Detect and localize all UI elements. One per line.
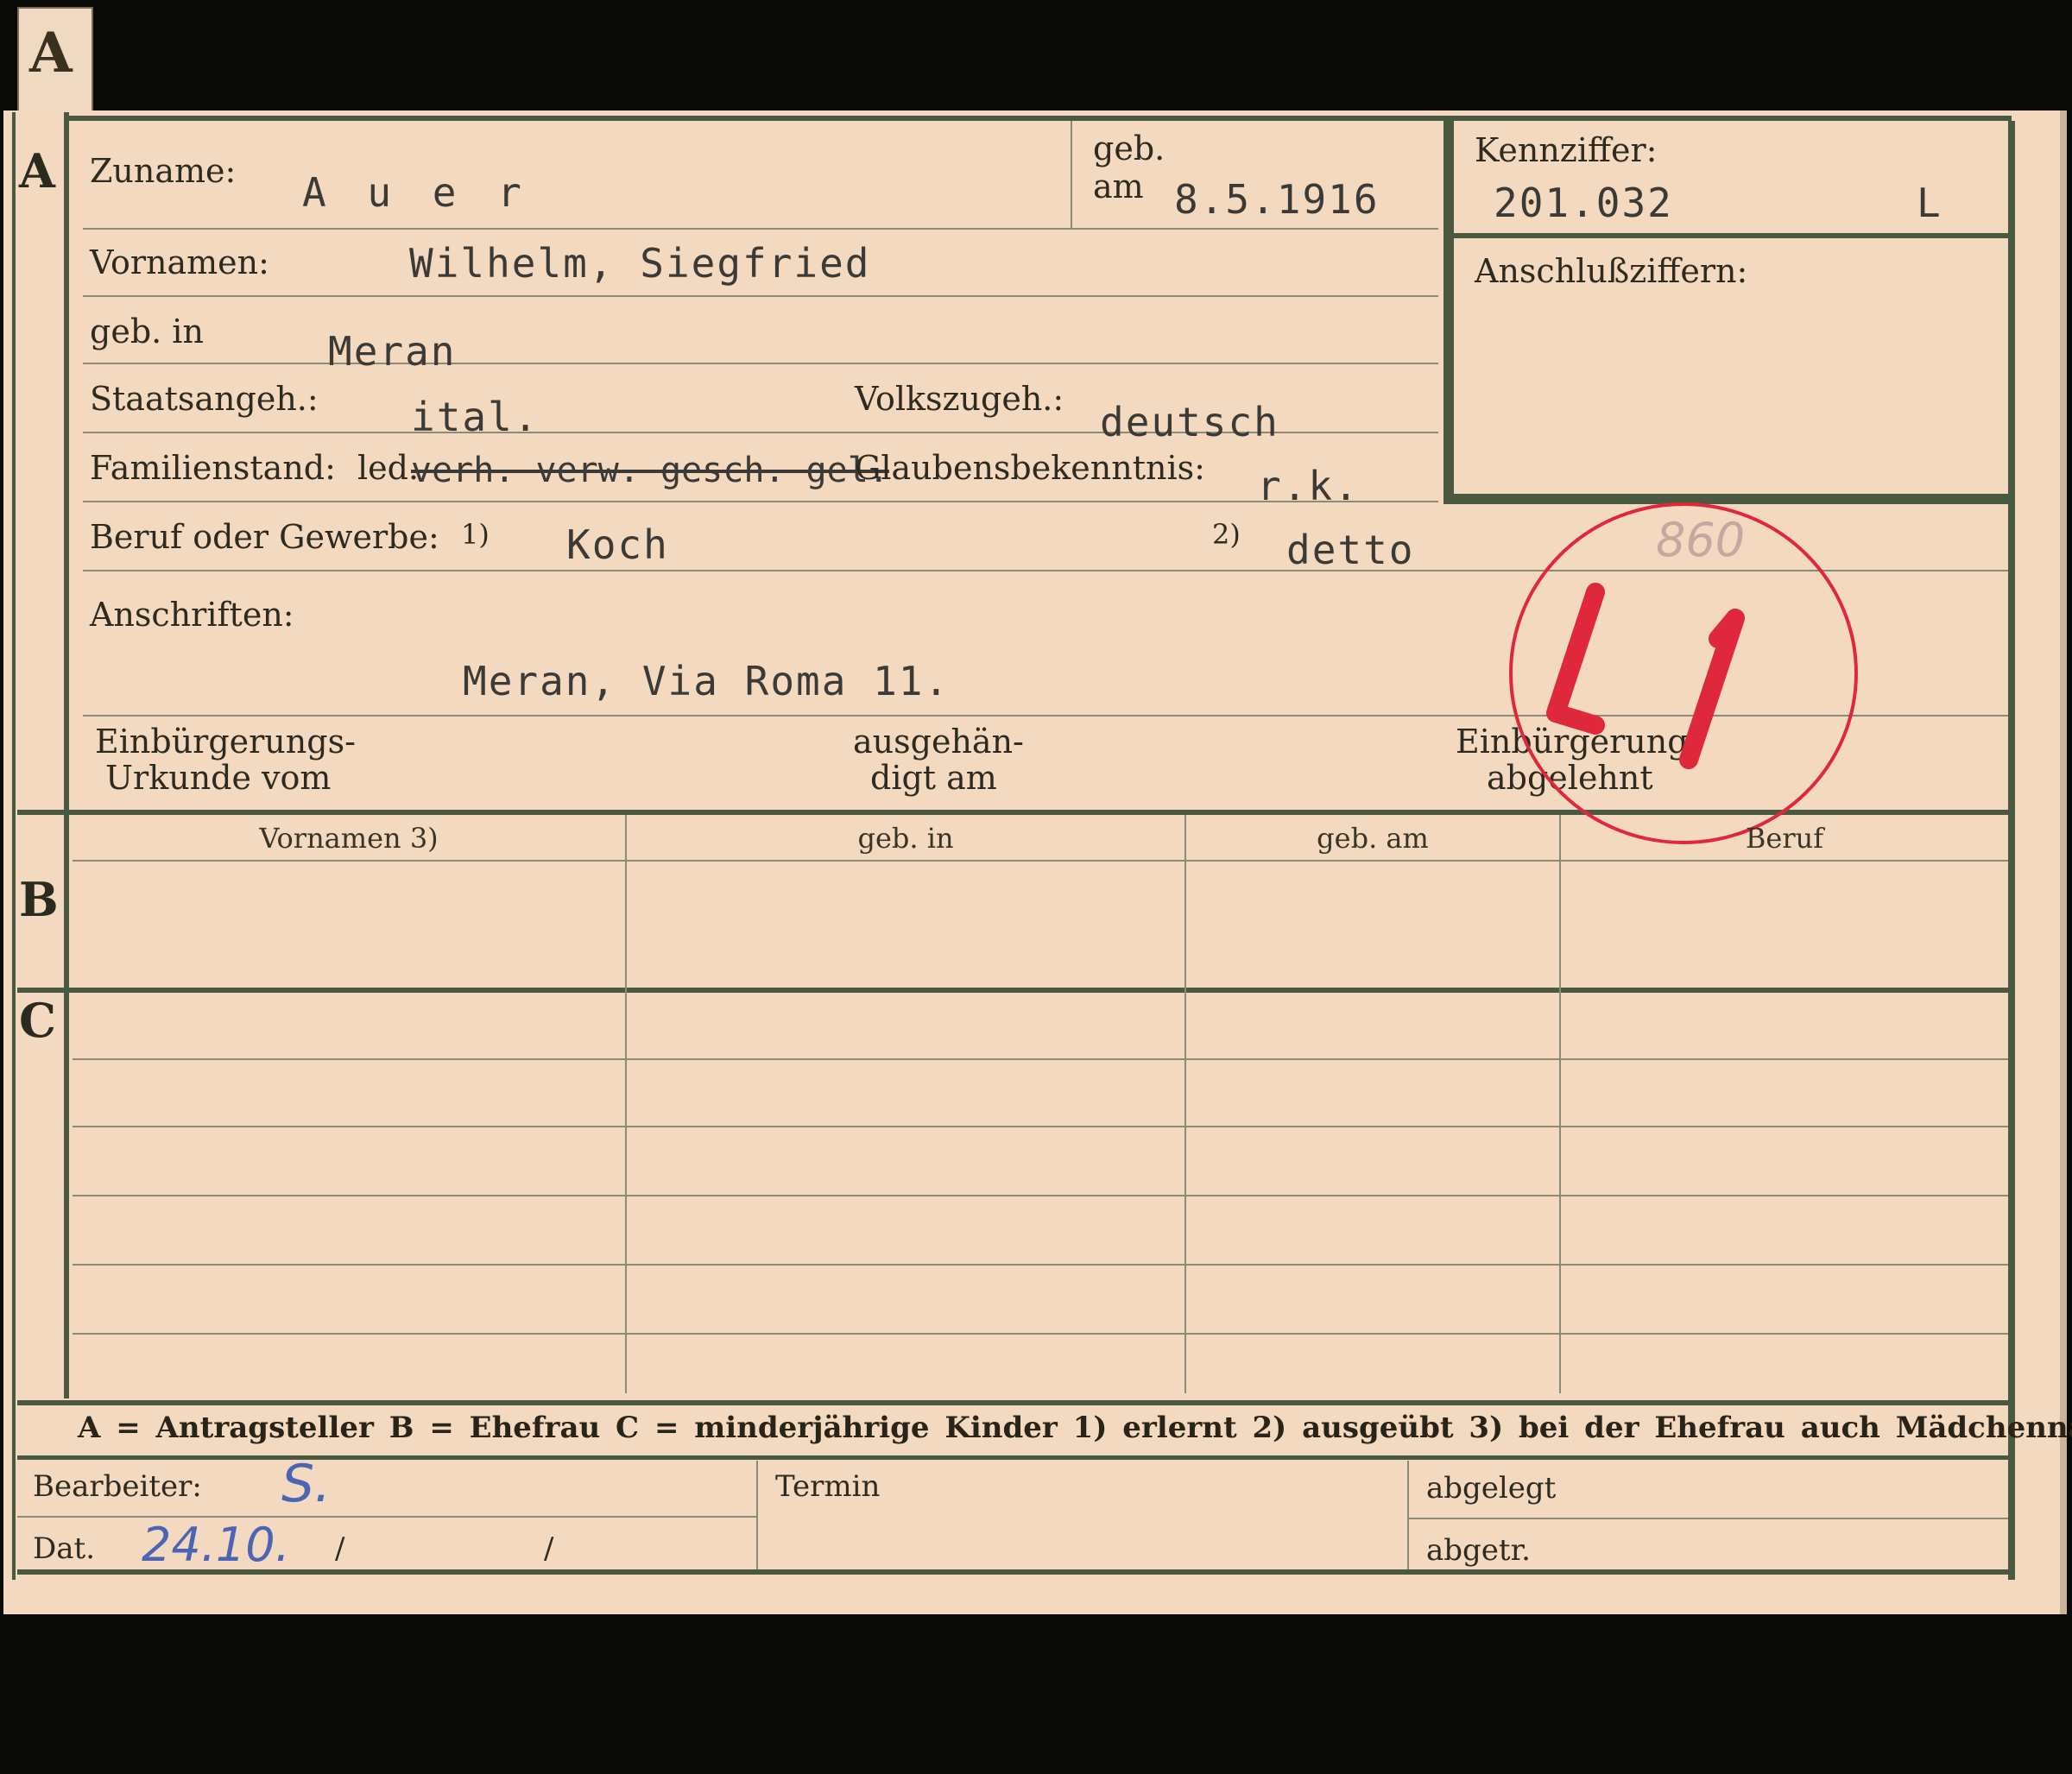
row-line [83, 295, 1438, 297]
row-line [83, 363, 1438, 364]
col-header-vornamen: Vornamen 3) [259, 822, 439, 855]
vornamen-label: Vornamen: [90, 243, 269, 281]
vornamen-value: Wilhelm, Siegfried [409, 240, 871, 287]
col-header-geb-am: geb. am [1317, 822, 1429, 855]
top-frame-rule [69, 116, 2012, 121]
ausgehaendigt-label-line1: ausgehän- [853, 723, 1024, 761]
familienstand-struck-options: verh. verw. gesch. gel. [411, 451, 889, 490]
beruf-note-1: 1) [461, 518, 490, 551]
geb-label: geb. [1093, 129, 1166, 167]
left-frame-rule [64, 112, 69, 1398]
einbuergerung-label: Einbürgerungs- Urkunde vom [95, 723, 356, 796]
section-c-letter: C [19, 993, 56, 1048]
row-line [83, 228, 1438, 230]
beruf-value-2: detto [1286, 527, 1415, 573]
child-row-line [73, 1333, 2008, 1335]
familienstand-option: led. [357, 449, 420, 487]
section-c-rule [17, 988, 2012, 993]
footer-divider [756, 1461, 758, 1569]
child-row-line [73, 1195, 2008, 1196]
bearbeiter-label: Bearbeiter: [33, 1469, 202, 1504]
beruf-label: Beruf oder Gewerbe: [90, 518, 439, 556]
zuname-value: A u e r [302, 169, 530, 216]
kennziffer-box-left [1443, 119, 1454, 504]
geb-in-label: geb. in [90, 313, 204, 350]
section-a-letter: A [19, 143, 55, 199]
legend: A = Antragsteller B = Ehefrau C = minder… [78, 1411, 2072, 1445]
section-b-letter: B [19, 872, 59, 927]
geb-am-value: 8.5.1916 [1174, 176, 1380, 223]
table-col-divider [1559, 815, 1561, 1393]
geb-am-divider [1071, 121, 1072, 228]
col-header-geb-in: geb. in [857, 822, 954, 855]
footer-mid-line [17, 1516, 756, 1518]
kennziffer-suffix: L [1917, 180, 1942, 226]
col-header-beruf: Beruf [1745, 822, 1824, 855]
geb-in-value: Meran [328, 328, 457, 375]
anschriften-value: Meran, Via Roma 11. [463, 658, 951, 704]
child-row-line [73, 1264, 2008, 1266]
row-line [83, 501, 1438, 502]
glaubens-label: Glaubensbekenntnis: [855, 449, 1205, 487]
kennziffer-label: Kennziffer: [1475, 131, 1658, 169]
footer-mid-line [1407, 1518, 2008, 1519]
familienstand-label: Familienstand: [90, 449, 336, 487]
footer-divider [1407, 1461, 1409, 1569]
left-outer-rule [12, 112, 16, 1580]
table-header-line [73, 860, 2008, 862]
ausgehaendigt-label: ausgehän- digt am [853, 723, 1024, 796]
kennziffer-box-divider [1454, 233, 2008, 238]
termin-label: Termin [775, 1469, 881, 1504]
volkszugeh-value: deutsch [1100, 399, 1279, 445]
right-frame-rule [2008, 121, 2015, 1580]
legend-top-rule [17, 1400, 2012, 1405]
beruf-note-2: 2) [1212, 518, 1241, 551]
anschluss-label: Anschlußziffern: [1475, 252, 1748, 290]
kennziffer-value: 201.032 [1494, 180, 1673, 226]
footer-bottom-rule [17, 1569, 2012, 1575]
staatsangeh-value: ital. [411, 394, 540, 440]
dat-value: 24.10. [142, 1518, 290, 1572]
ausgehaendigt-label-line2: digt am [870, 759, 997, 797]
zuname-label: Zuname: [90, 152, 237, 190]
abgelegt-label: abgelegt [1426, 1471, 1557, 1506]
table-col-divider [625, 815, 627, 1393]
child-row-line [73, 1126, 2008, 1127]
einbuergerung-label-line1: Einbürgerungs- [95, 723, 356, 761]
child-row-line [73, 1058, 2008, 1060]
stamp-handwritten-number: 860 [1656, 513, 1746, 567]
registration-card [3, 110, 2067, 1614]
abgetr-label: abgetr. [1426, 1533, 1531, 1568]
einbuergerung-label-line2: Urkunde vom [105, 759, 332, 797]
tab-letter: A [29, 21, 73, 85]
dat-label: Dat. [33, 1531, 96, 1566]
anschriften-label: Anschriften: [90, 596, 294, 634]
table-col-divider [1184, 815, 1186, 1393]
dat-slash-1: / [335, 1531, 345, 1566]
am-label: am [1093, 167, 1144, 205]
volkszugeh-label: Volkszugeh.: [855, 380, 1064, 418]
dat-slash-2: / [544, 1531, 554, 1566]
glaubens-value: r.k. [1257, 463, 1360, 509]
staatsangeh-label: Staatsangeh.: [90, 380, 319, 418]
bearbeiter-value: S. [281, 1454, 332, 1514]
beruf-value: Koch [566, 521, 669, 568]
